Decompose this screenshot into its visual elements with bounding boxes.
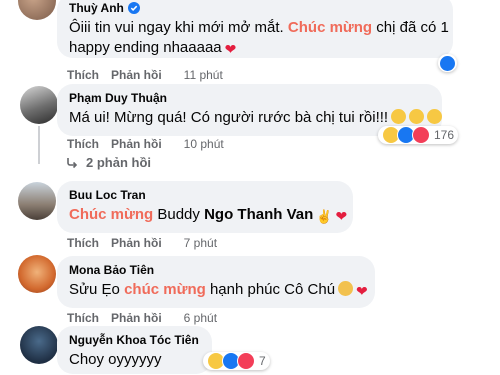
thread-connector [38,126,40,164]
comment-bubble: Nguyễn Khoa Tóc Tiên Choy oyyyyyy [57,326,212,374]
comment-text: Sửu Ẹo chúc mừng hạnh phúc Cô Chú ❤ [69,281,368,299]
comment-actions: Thích Phản hồi 7 phút [67,236,217,250]
red-heart-icon: ❤ [224,41,237,57]
clapping-hands-emoji-icon [338,281,354,296]
love-reaction-icon [237,352,255,370]
reaction-count: 176 [434,128,455,142]
laughing-emoji-icon [391,109,407,124]
avatar-nguyen-khoa-toc-tien[interactable] [20,326,58,364]
laughing-emoji-icon [427,109,443,124]
comment-author[interactable]: Thuỳ Anh [69,1,124,15]
view-replies-link[interactable]: 2 phản hồi [66,155,151,170]
like-reaction-icon [439,54,456,72]
comment-actions: Thích Phản hồi 10 phút [67,137,224,151]
comment-author[interactable]: Nguyễn Khoa Tóc Tiên [69,333,199,347]
red-heart-icon: ❤ [335,208,348,224]
verified-badge-icon [127,2,140,14]
like-button[interactable]: Thích [67,236,99,250]
comment-time[interactable]: 6 phút [184,311,217,325]
comment-bubble: Buu Loc Tran Chúc mừng Buddy Ngo Thanh V… [57,181,353,233]
comment-author[interactable]: Phạm Duy Thuận [69,91,167,105]
love-reaction-icon [412,126,430,144]
comment-time[interactable]: 7 phút [184,236,217,250]
comment-text: Ôiii tin vui ngay khi mới mở mắt. Chúc m… [69,19,449,36]
comment-time[interactable]: 10 phút [184,137,224,151]
reply-button[interactable]: Phản hồi [111,236,162,250]
reaction-summary[interactable]: 7 [203,352,270,370]
laughing-emoji-icon [409,109,425,124]
comment-text-line2: happy ending nhaaaaa ❤ [69,39,237,57]
red-heart-icon: ❤ [356,283,368,299]
like-button[interactable]: Thích [67,137,99,151]
avatar-pham-duy-thuan[interactable] [20,86,58,124]
mention-link[interactable]: Ngo Thanh Van [204,206,313,223]
reaction-summary[interactable]: 176 [378,126,459,144]
comment-time[interactable]: 11 phút [184,68,223,82]
reply-button[interactable]: Phản hồi [111,137,162,151]
comment-bubble: Mona Bảo Tiên Sửu Ẹo chúc mừng hạnh phúc… [57,256,375,308]
reaction-count: 7 [259,354,266,368]
reply-arrow-icon [67,157,78,168]
avatar-thuy-anh[interactable] [18,0,56,20]
reply-button[interactable]: Phản hồi [111,68,162,82]
comment-actions: Thích Phản hồi 11 phút [67,68,223,82]
comment-text: Má ui! Mừng quá! Có người rước bà chị tu… [69,108,443,128]
comment-bubble: Thuỳ Anh Ôiii tin vui ngay khi mới mở mắ… [57,0,453,58]
comment-text: Choy oyyyyyy [69,351,162,368]
comment-text: Chúc mừng Buddy Ngo Thanh Van ✌ ❤ [69,205,347,227]
comment-author[interactable]: Mona Bảo Tiên [69,263,154,277]
comment-author[interactable]: Buu Loc Tran [69,188,146,202]
comment-actions: Thích Phản hồi 6 phút [67,311,217,325]
avatar-mona-bao-tien[interactable] [18,255,56,293]
reply-button[interactable]: Phản hồi [111,311,162,325]
avatar-buu-loc-tran[interactable] [18,182,56,220]
victory-hand-emoji-icon: ✌ [316,209,333,224]
like-button[interactable]: Thích [67,311,99,325]
like-button[interactable]: Thích [67,68,99,82]
reaction-summary[interactable] [438,54,457,72]
